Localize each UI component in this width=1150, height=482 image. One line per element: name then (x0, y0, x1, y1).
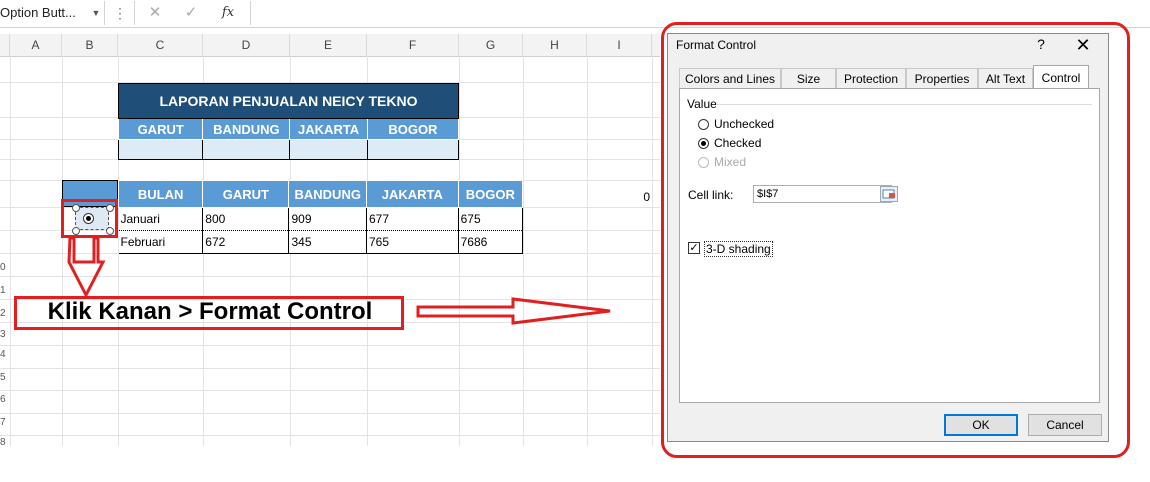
right-arrow (416, 297, 611, 325)
callout-text: Klik Kanan > Format Control (47, 298, 373, 325)
dialog-highlight-frame (661, 22, 1130, 458)
down-arrow (67, 236, 106, 299)
annotation-arrows (67, 236, 611, 325)
